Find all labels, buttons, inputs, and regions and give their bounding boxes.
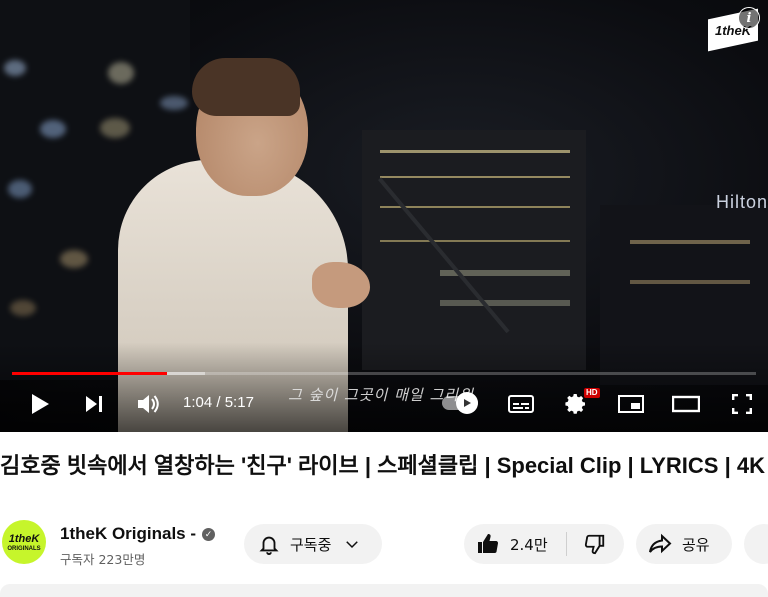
captions-icon <box>508 395 534 413</box>
subtitles-button[interactable] <box>506 388 536 420</box>
city-light <box>160 96 188 110</box>
city-light <box>100 118 130 138</box>
scenery-building <box>362 130 586 370</box>
share-label: 공유 <box>682 535 710 554</box>
share-button[interactable]: 공유 <box>636 524 732 564</box>
building-sign: Hilton <box>716 192 768 212</box>
next-button[interactable] <box>80 388 108 420</box>
progress-played <box>12 372 167 375</box>
fullscreen-button[interactable] <box>728 388 756 420</box>
autoplay-play-icon <box>464 399 471 407</box>
like-count: 2.4만 <box>510 535 548 554</box>
subscribed-button[interactable]: 구독중 <box>244 524 382 564</box>
city-light <box>40 120 66 138</box>
channel-name-suffix: - <box>190 524 197 543</box>
singer-hand <box>312 262 370 308</box>
singer-hair <box>192 58 300 116</box>
more-actions-button[interactable] <box>744 524 768 564</box>
channel-name[interactable]: 1theK Originals - <box>60 524 196 544</box>
time-total: 5:17 <box>224 394 254 411</box>
progress-bar[interactable] <box>12 372 756 375</box>
thumbs-down-icon <box>584 534 605 555</box>
city-light <box>60 250 88 268</box>
window-light <box>630 280 750 284</box>
autoplay-knob <box>456 392 478 414</box>
window-light <box>380 206 570 208</box>
time-current: 1:04 <box>183 394 213 411</box>
miniplayer-button[interactable] <box>616 388 646 420</box>
subscriber-count: 구독자 223만명 <box>60 552 146 567</box>
avatar-logo-subtext: ORIGINALS <box>7 545 41 552</box>
city-light <box>4 60 26 76</box>
chevron-down-icon <box>346 541 359 549</box>
time-display: 1:04 / 5:17 <box>183 394 254 411</box>
like-button[interactable]: 2.4만 <box>464 532 566 556</box>
time-separator: / <box>216 394 221 411</box>
avatar-logo-text: 1theK <box>8 532 40 545</box>
subscribed-label: 구독중 <box>290 535 332 554</box>
play-icon <box>32 394 49 414</box>
window-light <box>380 176 570 178</box>
window-light <box>380 240 570 242</box>
city-light <box>10 300 36 316</box>
autoplay-toggle[interactable] <box>442 392 478 414</box>
volume-icon <box>138 395 159 413</box>
window-light <box>630 240 750 244</box>
thumbs-up-icon <box>478 534 499 553</box>
window-light <box>380 150 570 153</box>
skip-next-icon <box>86 396 102 412</box>
city-light <box>108 62 134 84</box>
share-icon <box>649 533 672 554</box>
info-icon[interactable]: i <box>738 7 760 29</box>
window-light <box>440 300 570 306</box>
dislike-button[interactable] <box>566 533 624 555</box>
video-title: 김호중 빗속에서 열창하는 '친구' 라이브 | 스페셜클립 | Special… <box>0 453 765 478</box>
volume-button[interactable] <box>134 388 164 420</box>
fullscreen-icon <box>732 394 752 414</box>
channel-avatar[interactable]: 1theK ORIGINALS <box>2 520 46 564</box>
theater-mode-button[interactable] <box>670 388 702 420</box>
verified-icon: ✓ <box>202 528 215 541</box>
description-box-edge <box>0 584 768 597</box>
like-divider <box>566 532 567 556</box>
like-dislike-group: 2.4만 <box>464 524 624 564</box>
play-button[interactable] <box>26 388 54 420</box>
hd-badge: HD <box>584 388 600 398</box>
miniplayer-icon <box>618 395 644 413</box>
bell-icon <box>259 536 279 555</box>
theater-icon <box>672 395 700 413</box>
city-light <box>8 180 32 198</box>
channel-name-text: 1theK Originals <box>60 524 186 543</box>
video-player[interactable]: Hilton 1theK i 그 숲이 그곳이 매일 그리워 1:04 / 5:… <box>0 0 768 432</box>
